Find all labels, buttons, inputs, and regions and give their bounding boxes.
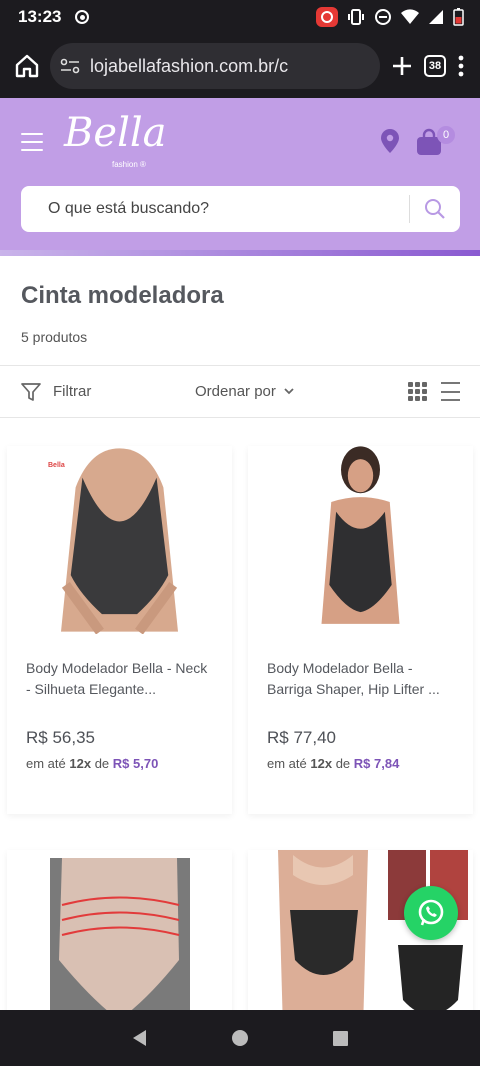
installment-value: R$ 5,70 <box>112 756 159 771</box>
more-menu-icon[interactable] <box>456 54 466 78</box>
sort-dropdown[interactable]: Ordenar por <box>195 383 294 400</box>
system-navigation-bar <box>0 1010 480 1066</box>
product-image[interactable]: Bella <box>22 446 217 634</box>
installment-of: de <box>94 756 110 771</box>
vibrate-icon <box>348 9 364 25</box>
product-price: R$ 77,40 <box>267 728 336 747</box>
product-card[interactable]: Body Modelador Bella - Barriga Shaper, H… <box>248 446 473 814</box>
new-tab-icon[interactable] <box>390 54 414 78</box>
filter-icon <box>21 382 41 401</box>
bodysuit-photo <box>263 446 458 632</box>
bodysuit-photo <box>22 448 217 634</box>
product-price: R$ 56,35 <box>26 728 95 747</box>
search-placeholder: O que está buscando? <box>48 200 210 217</box>
screen-record-icon <box>316 7 338 27</box>
installment-value: R$ 7,84 <box>353 756 400 771</box>
menu-icon[interactable] <box>21 133 43 157</box>
status-time: 13:23 <box>18 7 62 26</box>
product-card[interactable]: Bella Body Modelador Bella - Neck - Silh… <box>7 446 232 814</box>
product-count: 5 produtos <box>21 329 88 345</box>
page-title: Cinta modeladora <box>21 282 224 309</box>
whatsapp-icon <box>418 899 444 926</box>
listing-toolbar: Filtrar Ordenar por <box>0 366 480 418</box>
wifi-icon <box>401 9 419 24</box>
installment-info: em até 12x de R$ 5,70 <box>26 756 213 771</box>
back-icon[interactable] <box>131 1029 149 1047</box>
browser-toolbar: lojabellafashion.com.br/c 38 <box>0 34 480 98</box>
grid-view-icon[interactable] <box>408 382 427 401</box>
notification-icon <box>75 10 90 24</box>
installment-times: 12x <box>69 756 92 771</box>
product-name[interactable]: Body Modelador Bella - Barriga Shaper, H… <box>267 658 454 702</box>
brand-mark: Bella <box>48 462 65 469</box>
search-icon[interactable] <box>424 198 446 220</box>
search-divider <box>409 195 410 223</box>
dnd-icon <box>375 9 391 25</box>
chevron-down-icon <box>284 388 294 395</box>
home-button-icon[interactable] <box>231 1029 249 1047</box>
status-icons <box>316 7 464 27</box>
product-image[interactable] <box>263 446 458 634</box>
tab-switcher-button[interactable]: 38 <box>424 55 446 77</box>
url-text: lojabellafashion.com.br/c <box>90 55 289 76</box>
site-header: Bella fashion ® 0 O que está buscando? <box>0 98 480 256</box>
status-bar: 13:23 <box>0 0 480 34</box>
list-view-icon[interactable] <box>441 382 460 401</box>
site-settings-icon[interactable] <box>60 58 80 74</box>
filter-button[interactable]: Filtrar <box>21 382 91 402</box>
installment-of: de <box>335 756 351 771</box>
installment-prefix: em até <box>26 756 66 771</box>
product-grid: Bella Body Modelador Bella - Neck - Silh… <box>0 418 480 1050</box>
filter-label: Filtrar <box>53 383 92 400</box>
signal-icon <box>429 10 443 24</box>
cart-count-badge: 0 <box>437 126 455 144</box>
recents-icon[interactable] <box>332 1030 349 1047</box>
logo[interactable]: Bella <box>64 110 167 156</box>
installment-times: 12x <box>310 756 333 771</box>
installment-info: em até 12x de R$ 7,84 <box>267 756 454 771</box>
home-icon[interactable] <box>14 53 40 79</box>
battery-icon <box>453 8 464 26</box>
view-toggle <box>408 382 460 401</box>
sort-label: Ordenar por <box>195 383 276 400</box>
installment-prefix: em até <box>267 756 307 771</box>
whatsapp-button[interactable] <box>404 886 458 940</box>
search-input[interactable]: O que está buscando? <box>21 186 460 232</box>
address-bar[interactable]: lojabellafashion.com.br/c <box>50 43 380 89</box>
product-name[interactable]: Body Modelador Bella - Neck - Silhueta E… <box>26 658 213 702</box>
category-header: Cinta modeladora 5 produtos <box>0 256 480 366</box>
location-pin-icon[interactable] <box>380 128 400 154</box>
logo-subtitle: fashion ® <box>112 160 146 169</box>
